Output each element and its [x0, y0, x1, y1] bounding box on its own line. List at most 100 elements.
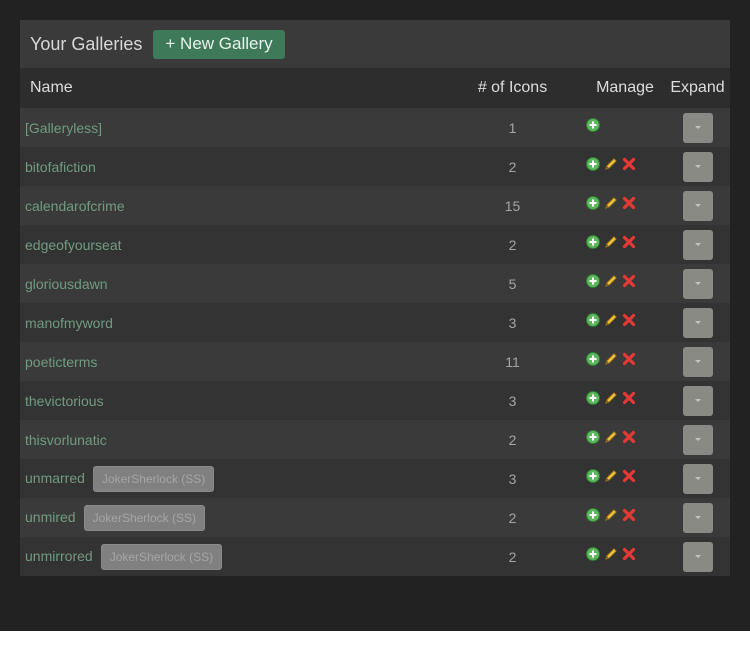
delete-icon[interactable]	[621, 273, 637, 289]
expand-button[interactable]	[682, 151, 713, 182]
add-icon[interactable]	[585, 312, 601, 328]
add-icon[interactable]	[585, 351, 601, 367]
delete-icon[interactable]	[621, 195, 637, 211]
icon-count: 15	[504, 197, 521, 214]
pencil-icon[interactable]	[603, 156, 619, 172]
gallery-tag-badge[interactable]: JokerSherlock (SS)	[100, 543, 223, 570]
expand-button[interactable]	[682, 268, 713, 299]
delete-icon[interactable]	[621, 507, 637, 523]
gallery-name-link[interactable]: edgeofyourseat	[25, 237, 122, 253]
column-header-count: # of Icons	[477, 79, 548, 96]
table-row: bitofafiction 2	[20, 147, 730, 186]
gallery-name-link[interactable]: unmirrored	[25, 548, 93, 564]
gallery-name-link[interactable]: calendarofcrime	[25, 198, 125, 214]
add-icon[interactable]	[585, 429, 601, 445]
gallery-name-link[interactable]: bitofafiction	[25, 159, 96, 175]
gallery-name-link[interactable]: [Galleryless]	[25, 120, 102, 136]
expand-button[interactable]	[682, 385, 713, 416]
gallery-name-cell: unmarred JokerSherlock (SS)	[20, 459, 440, 498]
gallery-tag-badge[interactable]: JokerSherlock (SS)	[83, 504, 205, 531]
delete-icon[interactable]	[621, 234, 637, 250]
add-icon[interactable]	[585, 234, 601, 250]
column-header-manage: Manage	[596, 79, 654, 96]
expand-button[interactable]	[682, 424, 713, 455]
gallery-name-link[interactable]: unmired	[25, 509, 76, 525]
expand-cell	[665, 108, 730, 147]
expand-cell	[665, 147, 730, 186]
gallery-name-link[interactable]: thevictorious	[25, 393, 104, 409]
expand-button[interactable]	[682, 346, 713, 377]
manage-actions	[585, 498, 665, 537]
pencil-icon[interactable]	[603, 429, 619, 445]
pencil-icon[interactable]	[603, 312, 619, 328]
icon-count: 2	[508, 431, 517, 448]
expand-button[interactable]	[682, 112, 713, 143]
table-row: calendarofcrime 15	[20, 186, 730, 225]
manage-actions	[585, 147, 665, 186]
expand-button[interactable]	[682, 190, 713, 221]
delete-icon[interactable]	[621, 390, 637, 406]
gallery-name-cell: calendarofcrime	[20, 186, 440, 225]
galleries-table: Name # of Icons Manage Expand [Galleryle…	[20, 68, 730, 576]
delete-icon[interactable]	[621, 351, 637, 367]
gallery-name-cell: poeticterms	[20, 342, 440, 381]
expand-button[interactable]	[682, 307, 713, 338]
pencil-icon[interactable]	[603, 234, 619, 250]
add-icon[interactable]	[585, 507, 601, 523]
new-gallery-button[interactable]: + New Gallery	[153, 29, 285, 59]
table-row: unmirrored JokerSherlock (SS) 2	[20, 537, 730, 576]
table-row: unmarred JokerSherlock (SS) 3	[20, 459, 730, 498]
icon-count: 3	[508, 392, 517, 409]
gallery-name-cell: thisvorlunatic	[20, 420, 440, 459]
manage-actions	[585, 225, 665, 264]
expand-cell	[665, 264, 730, 303]
add-icon[interactable]	[585, 156, 601, 172]
pencil-icon[interactable]	[603, 273, 619, 289]
expand-cell	[665, 225, 730, 264]
pencil-icon[interactable]	[603, 507, 619, 523]
pencil-icon[interactable]	[603, 195, 619, 211]
panel-header: Your Galleries + New Gallery	[20, 20, 730, 68]
add-icon[interactable]	[585, 546, 601, 562]
delete-icon[interactable]	[621, 312, 637, 328]
icon-count: 5	[508, 275, 517, 292]
gallery-name-link[interactable]: unmarred	[25, 470, 85, 486]
pencil-icon[interactable]	[603, 390, 619, 406]
pencil-icon[interactable]	[603, 351, 619, 367]
table-row: thisvorlunatic 2	[20, 420, 730, 459]
icon-count: 2	[508, 509, 517, 526]
manage-actions	[585, 264, 665, 303]
expand-button[interactable]	[682, 502, 713, 533]
icon-count: 3	[508, 470, 517, 487]
gallery-name-link[interactable]: gloriousdawn	[25, 276, 108, 292]
manage-actions	[585, 303, 665, 342]
add-icon[interactable]	[585, 468, 601, 484]
manage-actions	[585, 108, 665, 147]
expand-cell	[665, 342, 730, 381]
delete-icon[interactable]	[621, 156, 637, 172]
expand-button[interactable]	[682, 541, 713, 572]
icon-count: 2	[508, 158, 517, 175]
expand-cell	[665, 303, 730, 342]
galleries-panel: Your Galleries + New Gallery Name # of I…	[20, 20, 730, 576]
manage-actions	[585, 342, 665, 381]
pencil-icon[interactable]	[603, 468, 619, 484]
delete-icon[interactable]	[621, 468, 637, 484]
gallery-name-link[interactable]: manofmyword	[25, 315, 113, 331]
expand-button[interactable]	[682, 229, 713, 260]
gallery-name-cell: unmirrored JokerSherlock (SS)	[20, 537, 440, 576]
gallery-tag-badge[interactable]: JokerSherlock (SS)	[92, 465, 215, 492]
add-icon[interactable]	[585, 117, 601, 133]
manage-actions	[585, 381, 665, 420]
delete-icon[interactable]	[621, 429, 637, 445]
delete-icon[interactable]	[621, 546, 637, 562]
add-icon[interactable]	[585, 273, 601, 289]
gallery-name-link[interactable]: thisvorlunatic	[25, 432, 107, 448]
add-icon[interactable]	[585, 195, 601, 211]
expand-button[interactable]	[682, 463, 713, 494]
table-row: manofmyword 3	[20, 303, 730, 342]
gallery-name-link[interactable]: poeticterms	[25, 354, 97, 370]
manage-actions	[585, 537, 665, 576]
pencil-icon[interactable]	[603, 546, 619, 562]
add-icon[interactable]	[585, 390, 601, 406]
